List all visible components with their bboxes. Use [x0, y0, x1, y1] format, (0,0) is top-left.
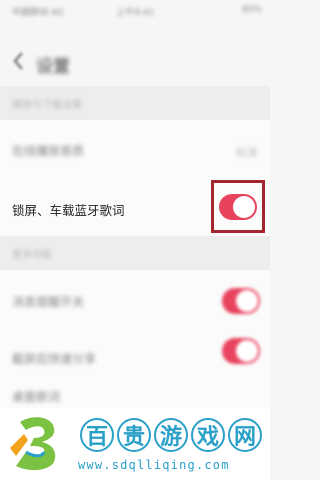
- watermark-char: 百: [80, 418, 114, 452]
- notification-toggle[interactable]: [222, 288, 260, 314]
- lockscreen-lyrics-label: 锁屏、车载蓝牙歌词: [12, 203, 125, 218]
- nav-bar: 设置: [0, 40, 270, 86]
- status-bar: 中国移动 4G 上午9:41 80%: [0, 0, 270, 22]
- watermark-banner: 百 贵 游 戏 网 www.sdqlliqing.com: [0, 408, 270, 480]
- section-header-label: 播放与下载设置: [12, 100, 82, 111]
- setting-label: 桌面歌词: [12, 390, 61, 404]
- setting-label: 消息提醒开关: [12, 295, 85, 309]
- watermark-char: 贵: [117, 418, 151, 452]
- watermark-logo-icon: [10, 417, 56, 471]
- watermark-url: www.sdqlliqing.com: [78, 458, 230, 472]
- toggle-knob: [236, 340, 258, 362]
- page-title: 设置: [36, 57, 70, 77]
- carrier-text: 中国移动 4G: [12, 8, 64, 18]
- watermark-char: 戏: [191, 418, 225, 452]
- setting-label: 截屏后快速分享: [12, 352, 97, 366]
- watermark-title: 百 贵 游 戏 网: [80, 418, 262, 452]
- highlight-box: [211, 180, 265, 233]
- screenshot-share-toggle[interactable]: [222, 338, 260, 364]
- setting-label: 在线播放音质: [12, 144, 85, 158]
- section-header-playback: 播放与下载设置: [0, 86, 270, 120]
- section-header-more: 更多功能: [0, 236, 270, 270]
- setting-row-quality[interactable]: 在线播放音质 标准: [0, 120, 270, 181]
- watermark-char: 游: [154, 418, 188, 452]
- battery-text: 80%: [241, 5, 262, 15]
- section-header-label: 更多功能: [12, 250, 52, 261]
- clock-text: 上午9:41: [116, 8, 155, 18]
- setting-value: 标准: [236, 146, 258, 159]
- watermark-char: 网: [228, 418, 262, 452]
- setting-row-desktop-lyrics[interactable]: 桌面歌词: [0, 380, 270, 408]
- back-chevron-icon[interactable]: [10, 50, 28, 72]
- toggle-knob: [236, 290, 258, 312]
